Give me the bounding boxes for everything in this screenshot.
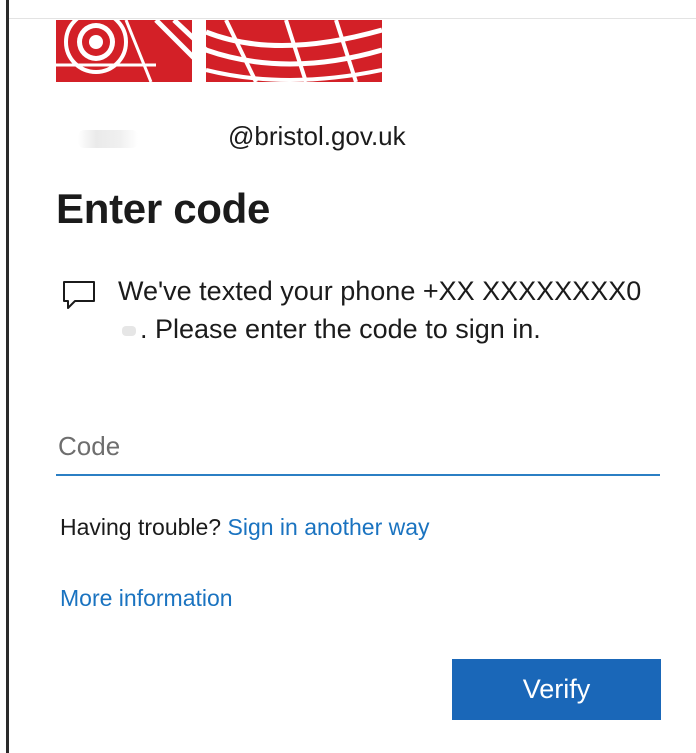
- sms-message-part-2: . Please enter the code to sign in.: [140, 314, 541, 344]
- redacted-phone-digit: [122, 325, 136, 336]
- page-title: Enter code: [56, 185, 271, 232]
- account-email: @bristol.gov.uk: [228, 121, 406, 151]
- redacted-username: [78, 130, 138, 148]
- sign-in-page: @bristol.gov.uk Enter code We've texted …: [0, 0, 696, 753]
- window-top-border: [9, 18, 696, 19]
- more-information-link[interactable]: More information: [60, 585, 233, 611]
- organization-logo: [56, 20, 382, 82]
- sms-message-part-1: We've texted your phone +XX XXXXXXXX0: [118, 276, 642, 306]
- sign-in-another-way-link[interactable]: Sign in another way: [228, 514, 430, 540]
- more-information-row: More information: [60, 585, 233, 612]
- sms-message-text: We've texted your phone +XX XXXXXXXX0 . P…: [118, 272, 658, 348]
- logo-graphic: [56, 20, 382, 82]
- having-trouble-row: Having trouble? Sign in another way: [60, 514, 430, 541]
- verify-button[interactable]: Verify: [452, 659, 661, 720]
- having-trouble-label: Having trouble?: [60, 514, 228, 540]
- code-input[interactable]: [56, 418, 660, 476]
- message-icon: [63, 281, 95, 309]
- window-left-border: [6, 0, 9, 753]
